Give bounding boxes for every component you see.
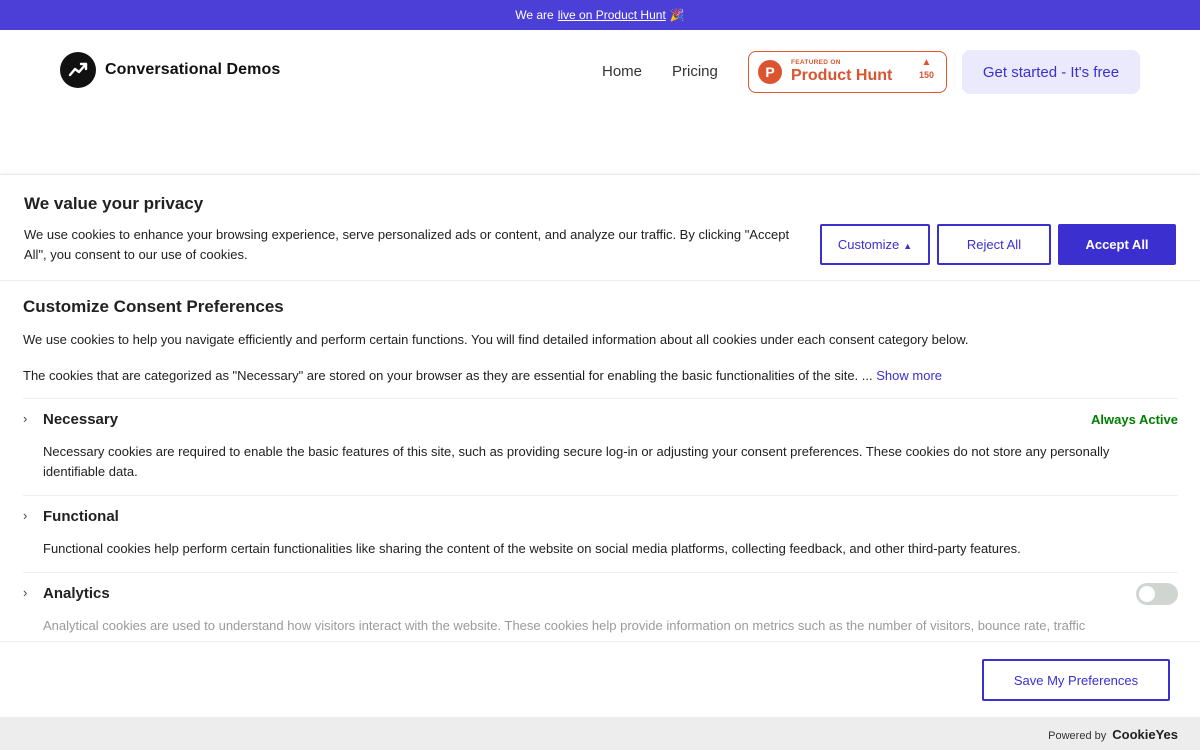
ph-badge-text: FEATURED ON Product Hunt xyxy=(791,58,893,85)
nav-links: Home Pricing xyxy=(602,63,718,80)
nav-link-pricing[interactable]: Pricing xyxy=(672,63,718,80)
category-name: Functional xyxy=(43,508,119,525)
accept-all-button[interactable]: Accept All xyxy=(1058,224,1176,265)
ph-votes: ▲ 150 xyxy=(919,58,934,80)
promo-bar: We are live on Product Hunt 🎉 xyxy=(0,0,1200,30)
category-description: Analytical cookies are used to understan… xyxy=(43,618,1086,633)
consent-description: We use cookies to enhance your browsing … xyxy=(24,227,790,262)
preferences-section[interactable]: Customize Consent Preferences We use coo… xyxy=(0,281,1200,641)
analytics-toggle[interactable] xyxy=(1136,583,1178,605)
powered-by-label: Powered by xyxy=(1048,730,1107,742)
preferences-footer: Save My Preferences xyxy=(0,641,1200,717)
ph-featured-label: FEATURED ON xyxy=(791,58,841,66)
ph-vote-count: 150 xyxy=(918,70,934,80)
preferences-title: Customize Consent Preferences xyxy=(23,297,284,316)
category-name: Analytics xyxy=(43,585,110,602)
category-header[interactable]: › Functional xyxy=(23,496,1178,536)
powered-by[interactable]: Powered by CookieYes xyxy=(1048,727,1178,742)
upvote-icon: ▲ xyxy=(921,57,932,68)
ph-brand-label: Product Hunt xyxy=(791,67,893,85)
category-description: Necessary cookies are required to enable… xyxy=(43,444,1110,479)
category-necessary: › Necessary Always Active Necessary cook… xyxy=(23,398,1178,495)
caret-up-icon: ▲ xyxy=(903,241,913,251)
save-preferences-button[interactable]: Save My Preferences xyxy=(982,659,1170,701)
promo-prefix: We are xyxy=(515,8,554,22)
cookieyes-logo: CookieYes xyxy=(1112,727,1178,742)
chevron-right-icon: › xyxy=(23,411,28,426)
category-name: Necessary xyxy=(43,411,119,428)
trend-up-icon xyxy=(60,52,96,88)
get-started-button[interactable]: Get started - It's free xyxy=(962,50,1140,94)
preferences-intro: We use cookies to help you navigate effi… xyxy=(23,332,969,347)
category-analytics: › Analytics Analytical cookies are used … xyxy=(23,572,1178,641)
show-more-link[interactable]: Show more xyxy=(876,368,942,383)
product-hunt-link[interactable]: live on Product Hunt xyxy=(558,8,666,22)
powered-by-bar: Powered by CookieYes xyxy=(0,717,1200,750)
consent-title: We value your privacy xyxy=(24,194,204,213)
navbar: Conversational Demos Home Pricing P FEAT… xyxy=(0,30,1200,114)
nav-link-home[interactable]: Home xyxy=(602,63,642,80)
category-header[interactable]: › Analytics xyxy=(23,573,1178,613)
necessary-note-text: The cookies that are categorized as "Nec… xyxy=(23,368,873,383)
brand[interactable]: Conversational Demos xyxy=(60,52,280,88)
customize-button[interactable]: Customize ▲ xyxy=(820,224,930,265)
cookie-consent-panel: We value your privacy We use cookies to … xyxy=(0,174,1200,750)
always-active-badge: Always Active xyxy=(1091,412,1178,427)
brand-name: Conversational Demos xyxy=(105,61,281,78)
category-functional: › Functional Functional cookies help per… xyxy=(23,495,1178,572)
chevron-right-icon: › xyxy=(23,508,28,523)
chevron-right-icon: › xyxy=(23,585,28,600)
party-icon: 🎉 xyxy=(669,8,685,22)
preferences-necessary-note: The cookies that are categorized as "Nec… xyxy=(23,368,942,383)
category-header[interactable]: › Necessary Always Active xyxy=(23,399,1178,439)
toggle-knob xyxy=(1139,586,1155,602)
customize-label: Customize xyxy=(837,237,900,252)
category-description: Functional cookies help perform certain … xyxy=(43,541,1021,556)
product-hunt-badge[interactable]: P FEATURED ON Product Hunt ▲ 150 xyxy=(748,51,947,93)
reject-all-button[interactable]: Reject All xyxy=(937,224,1051,265)
consent-banner: We value your privacy We use cookies to … xyxy=(0,175,1200,281)
product-hunt-icon: P xyxy=(758,60,782,84)
